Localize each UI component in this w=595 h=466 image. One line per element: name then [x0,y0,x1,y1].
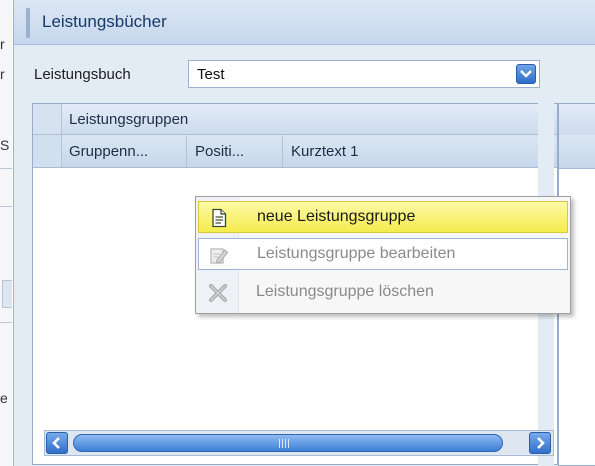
chevron-left-icon [52,437,60,449]
column-header-position[interactable]: Positi... [187,135,283,167]
menu-item-label: Leistungsgruppe löschen [256,283,434,300]
delete-x-icon [208,283,228,303]
column-header-label: Kurztext 1 [291,143,359,160]
menu-item-label: neue Leistungsgruppe [257,208,416,225]
background-divider [0,206,12,207]
group-header-label: Leistungsgruppen [69,111,189,128]
scroll-right-button[interactable] [529,432,551,454]
menu-item-leistungsgruppe-loeschen[interactable]: Leistungsgruppe löschen [198,277,568,309]
grid-group-header: Leistungsgruppen [33,104,557,135]
background-text-fragment: r [0,66,5,82]
grid-header-corner [33,104,62,134]
leistungsbuch-dropdown[interactable]: Test [188,60,540,88]
leistungsbuch-label: Leistungsbuch [34,66,131,83]
column-header-gruppenname[interactable]: Gruppenn... [61,135,187,167]
leistungsbuch-selected-value: Test [197,66,225,83]
context-menu: neue Leistungsgruppe Leistungsgruppe bea… [195,196,571,314]
edit-icon [209,245,229,265]
horizontal-scrollbar[interactable] [44,430,554,456]
grid-column-header-row: Gruppenn... Positi... Kurztext 1 [33,135,557,168]
row-selector-header [33,135,62,167]
chevron-right-icon [537,437,545,449]
background-block [2,280,12,308]
column-header-label: Gruppenn... [69,143,149,160]
scroll-grip-icon [279,439,291,448]
background-text-fragment: r [0,36,5,52]
background-window-edge: r r S e [0,0,12,466]
column-header-label: Positi... [195,143,245,160]
detail-grid-column-header [559,135,595,169]
menu-item-label: Leistungsgruppe bearbeiten [257,245,456,262]
horizontal-scroll-thumb[interactable] [73,434,503,452]
background-divider [0,168,12,169]
new-document-icon [209,208,229,228]
menu-item-neue-leistungsgruppe[interactable]: neue Leistungsgruppe [198,201,568,233]
background-text-fragment: e [0,390,8,406]
detail-grid-group-header [559,104,595,136]
chevron-down-icon[interactable] [516,64,536,84]
titlebar-accent [26,8,30,38]
menu-item-leistungsgruppe-bearbeiten[interactable]: Leistungsgruppe bearbeiten [198,238,568,270]
window-title: Leistungsbücher [42,12,167,31]
column-header-kurztext[interactable]: Kurztext 1 [283,135,557,167]
background-divider [0,322,12,323]
scroll-left-button[interactable] [46,432,68,454]
background-text-fragment: S [0,137,10,153]
window-titlebar[interactable]: Leistungsbücher [14,0,595,45]
